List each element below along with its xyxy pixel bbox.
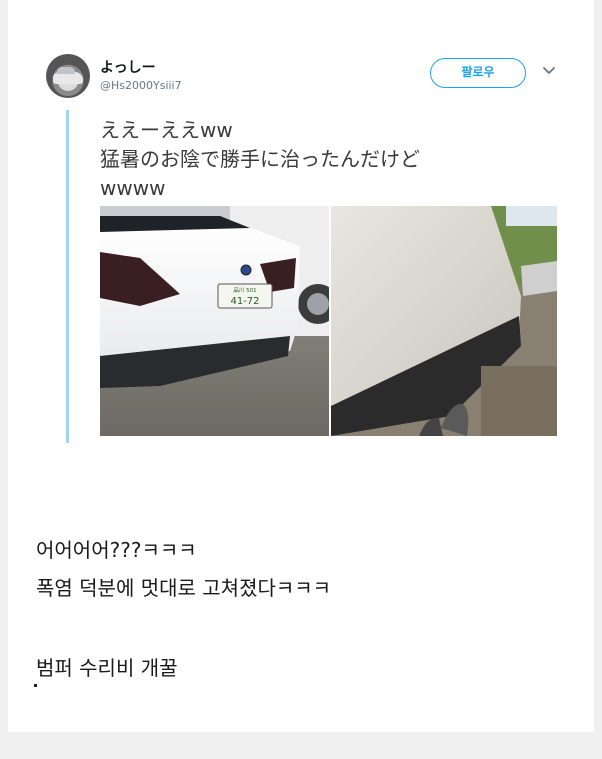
- plate-number: 41-72: [230, 296, 259, 307]
- car-rear-image: 品川 501 41-72: [100, 206, 329, 436]
- tweet-photo-bumper[interactable]: [331, 206, 557, 436]
- chevron-down-icon[interactable]: [542, 64, 556, 78]
- car-icon: [53, 67, 83, 84]
- author-handle[interactable]: @Hs2000Ysiii7: [100, 79, 182, 92]
- follow-button[interactable]: 팔로우: [430, 58, 526, 88]
- plate-region: 品川 501: [233, 287, 256, 294]
- bumper-image: [331, 206, 557, 436]
- text-cursor: [34, 684, 37, 687]
- thread-rail: [66, 110, 69, 443]
- author-name[interactable]: よっしー: [100, 57, 156, 77]
- post-container: よっしー @Hs2000Ysiii7 팔로우 ええーええww 猛暑のお陰で勝手に…: [8, 0, 594, 732]
- tweet-text-line: ええーええww: [100, 118, 233, 142]
- embedded-tweet[interactable]: よっしー @Hs2000Ysiii7 팔로우 ええーええww 猛暑のお陰で勝手に…: [8, 0, 594, 460]
- caption-line-3: 범퍼 수리비 개꿀: [36, 656, 178, 680]
- avatar[interactable]: [46, 54, 90, 98]
- tweet-photo-car-rear[interactable]: 品川 501 41-72: [100, 206, 329, 436]
- caption-line-2: 폭염 덕분에 멋대로 고쳐졌다ㅋㅋㅋ: [36, 576, 332, 600]
- tweet-text-line: 猛暑のお陰で勝手に治ったんだけど: [100, 147, 420, 171]
- tweet-text: ええーええww 猛暑のお陰で勝手に治ったんだけど wwww: [100, 116, 540, 203]
- caption-line-1: 어어어어???ㅋㅋㅋ: [36, 538, 197, 562]
- tweet-text-line: wwww: [100, 176, 166, 200]
